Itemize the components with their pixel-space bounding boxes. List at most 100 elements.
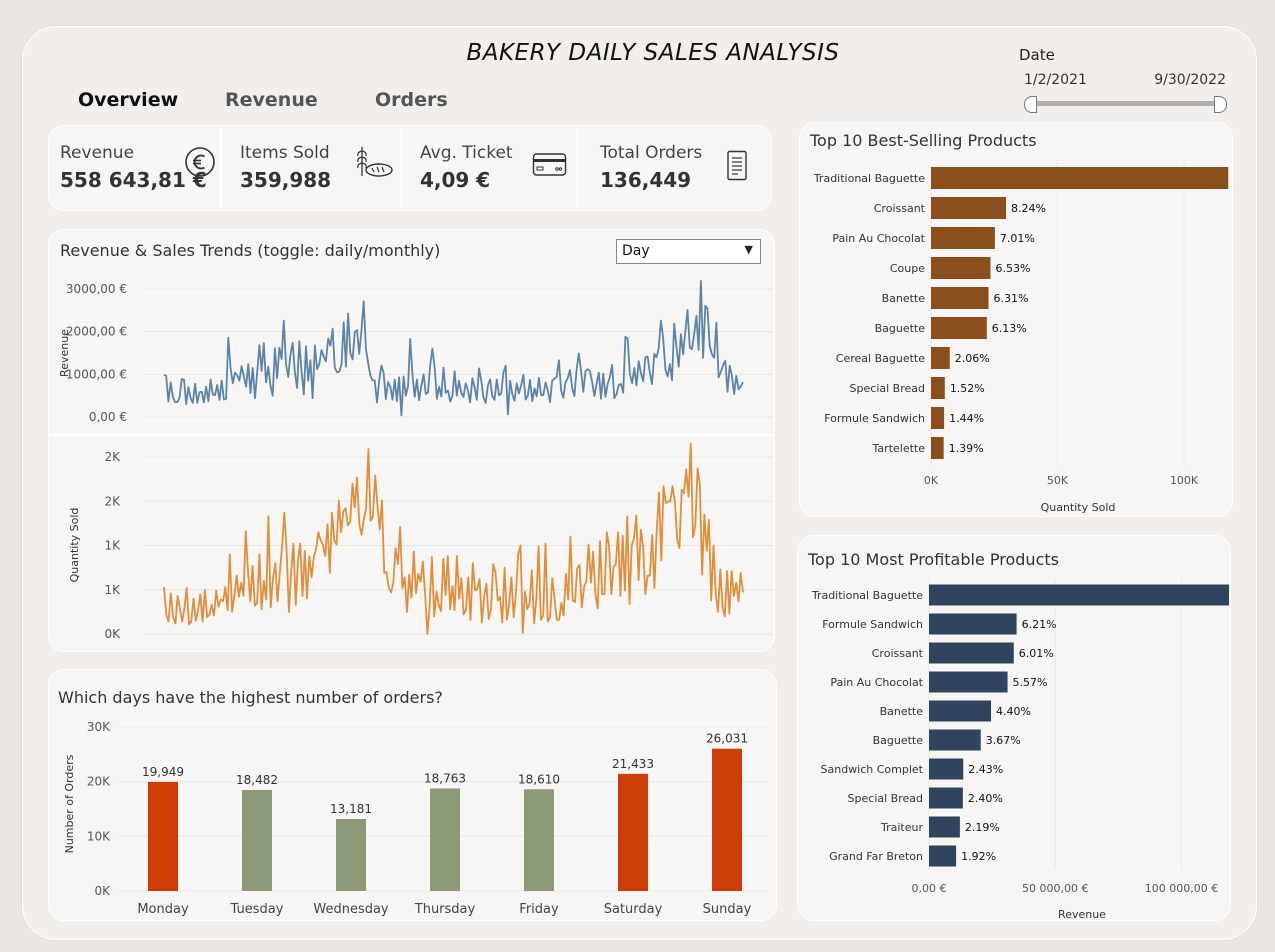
kpi-items-sold: Items Sold 359,988 — [228, 126, 400, 208]
bar — [929, 584, 1229, 606]
data-label: 18,482 — [236, 773, 278, 787]
category-label: Formule Sandwich — [822, 618, 923, 631]
date-slider-end-handle[interactable] — [1214, 96, 1227, 113]
data-label: 6.21% — [1022, 618, 1057, 631]
bar — [931, 437, 944, 459]
category-label: Banette — [880, 705, 924, 718]
x-tick-label: Saturday — [604, 902, 663, 917]
category-label: Special Bread — [848, 792, 923, 805]
tab-orders[interactable]: Orders — [375, 89, 448, 111]
y-tick-label: 0K — [94, 884, 111, 898]
kpi-divider — [220, 127, 222, 209]
date-filter-label: Date — [1019, 46, 1055, 64]
revenue-axis-label: Revenue — [58, 329, 71, 377]
bar — [931, 287, 989, 309]
quantity-y-tick: 0K — [104, 627, 121, 641]
category-label: Tartelette — [872, 442, 926, 455]
data-label: 1.44% — [949, 412, 984, 425]
category-label: Grand Far Breton — [829, 850, 923, 863]
kpi-divider — [576, 127, 578, 209]
orders-by-day-chart: 0K 10K 20K 30K Number of Orders 19,949 Monday 1… — [63, 720, 768, 917]
x-tick-label: 0K — [924, 474, 939, 487]
x-tick-label: Thursday — [414, 902, 476, 917]
y-tick-label: 30K — [87, 720, 111, 734]
kpi-label: Revenue — [60, 143, 135, 163]
data-label: 3.67% — [986, 734, 1021, 747]
kpi-divider — [400, 127, 402, 209]
data-label: 6.53% — [995, 262, 1030, 275]
y-axis-label: Number of Orders — [63, 754, 76, 853]
bar — [929, 642, 1014, 664]
x-tick-label: Tuesday — [230, 902, 284, 917]
quantity-series-line — [163, 442, 744, 635]
quantity-y-tick: 2K — [104, 494, 121, 508]
kpi-value: 136,449 — [600, 168, 692, 192]
x-axis-label: Quantity Sold — [1041, 501, 1116, 514]
x-tick-label: 0,00 € — [912, 882, 947, 895]
bar — [524, 789, 554, 891]
bar — [931, 167, 1229, 189]
bar — [148, 781, 178, 891]
quantity-axis-label: Quantity Sold — [68, 508, 81, 583]
bar — [931, 197, 1007, 219]
tab-overview[interactable]: Overview — [78, 89, 178, 111]
category-label: Coupe — [890, 262, 925, 275]
date-range-slider[interactable] — [1030, 101, 1220, 106]
data-label: 18,610 — [518, 772, 560, 786]
credit-card-icon — [532, 152, 568, 182]
x-tick-label: 50K — [1047, 474, 1069, 487]
best-selling-chart: 0K50K100KTraditional Baguette32.63%Crois… — [813, 160, 1229, 514]
bar — [929, 613, 1017, 635]
data-label: 21,433 — [612, 757, 654, 771]
tab-revenue[interactable]: Revenue — [225, 89, 318, 111]
y-tick-label: 10K — [87, 829, 111, 843]
data-label: 2.40% — [968, 792, 1003, 805]
date-slider-start-handle[interactable] — [1024, 96, 1037, 113]
dashboard-title: BAKERY DAILY SALES ANALYSIS — [466, 40, 840, 66]
data-label: 2.19% — [965, 821, 1000, 834]
category-label: Traditional Baguette — [813, 172, 925, 185]
bar — [931, 347, 950, 369]
bar — [618, 773, 648, 891]
bar — [929, 729, 981, 751]
kpi-value: 359,988 — [240, 168, 332, 192]
euro-icon — [184, 146, 216, 182]
bar — [931, 377, 945, 399]
data-label: 2.06% — [955, 352, 990, 365]
trend-chart: 0,00 € 1000,00 € 2000,00 € 3000,00 € Revenue… — [48, 280, 773, 641]
bar — [242, 789, 272, 891]
data-label: 7.01% — [1000, 232, 1035, 245]
data-label: 18,763 — [424, 771, 466, 785]
date-filter-start: 1/2/2021 — [1024, 72, 1087, 88]
category-label: Traditional Baguette — [811, 589, 923, 602]
date-filter-end: 9/30/2022 — [1154, 72, 1226, 88]
bar — [929, 845, 957, 867]
revenue-y-tick: 1000,00 € — [66, 367, 127, 381]
category-label: Baguette — [875, 322, 926, 335]
bar — [336, 818, 366, 891]
kpi-label: Total Orders — [600, 143, 703, 163]
revenue-y-tick: 2000,00 € — [66, 325, 127, 339]
data-label: 8.24% — [1011, 202, 1046, 215]
data-label: 19,949 — [142, 765, 184, 779]
revenue-series-line — [163, 280, 744, 417]
category-label: Croissant — [874, 202, 926, 215]
bar — [931, 257, 991, 279]
x-tick-label: Sunday — [703, 902, 752, 917]
kpi-value: 4,09 € — [420, 168, 491, 192]
revenue-y-tick: 3000,00 € — [66, 282, 127, 296]
category-label: Pain Au Chocolat — [832, 232, 925, 245]
data-label: 6.01% — [1019, 647, 1054, 660]
most-profitable-chart: 0,00 €50 000,00 €100 000,00 €150 000,00 … — [811, 579, 1229, 919]
data-label: 1.52% — [950, 382, 985, 395]
category-label: Cereal Baguette — [836, 352, 925, 365]
kpi-revenue: Revenue 558 643,81 € — [48, 126, 220, 208]
bread-icon — [352, 144, 394, 184]
category-label: Pain Au Chocolat — [830, 676, 923, 689]
quantity-y-tick: 1K — [104, 583, 121, 597]
bar — [929, 816, 960, 838]
revenue-y-tick: 0,00 € — [89, 410, 127, 424]
data-label: 13,181 — [330, 802, 372, 816]
x-tick-label: 50 000,00 € — [1022, 882, 1088, 895]
x-tick-label: Monday — [137, 902, 189, 917]
